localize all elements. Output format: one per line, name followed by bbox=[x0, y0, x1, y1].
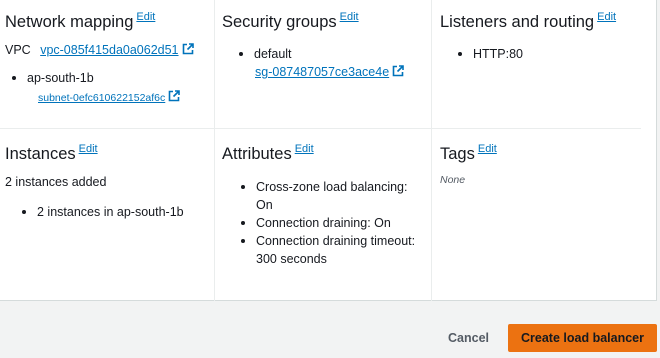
listener-protocol: HTTP:80 bbox=[473, 47, 524, 61]
security-groups-title: Security groups bbox=[222, 13, 337, 31]
subnet-row: subnet-0efc610622152af6c bbox=[38, 90, 210, 105]
instances-list: 2 instances in ap-south-1b bbox=[19, 203, 210, 221]
tags-section: Tags Edit None bbox=[440, 143, 645, 186]
instances-title: Instances bbox=[5, 145, 76, 163]
footer-actions: Cancel Create load balancer bbox=[0, 324, 660, 352]
tags-empty-label: None bbox=[440, 174, 466, 186]
instances-item-label: 2 instances in ap-south-1b bbox=[37, 205, 184, 219]
security-group-item: default bbox=[236, 45, 427, 63]
instances-section: Instances Edit 2 instances added 2 insta… bbox=[5, 143, 210, 221]
external-link-icon[interactable] bbox=[392, 65, 404, 77]
tags-title: Tags bbox=[440, 145, 475, 163]
network-mapping-title: Network mapping bbox=[5, 13, 134, 31]
listeners-section: Listeners and routing Edit HTTP:80 bbox=[440, 11, 645, 63]
attribute-cross-zone: Cross-zone load balancing: On bbox=[256, 180, 408, 212]
listeners-edit-link[interactable]: Edit bbox=[597, 11, 616, 23]
security-group-id-row: sg-087487057ce3ace4e bbox=[255, 63, 427, 81]
attribute-draining-timeout-value: 300 seconds bbox=[256, 252, 327, 266]
security-group-name: default bbox=[254, 47, 292, 61]
listener-item: HTTP:80 bbox=[455, 45, 645, 63]
availability-zone-item: ap-south-1b bbox=[9, 69, 210, 87]
review-panel: Network mapping Edit VPC vpc-085f415da0a… bbox=[0, 0, 657, 301]
availability-zone-label: ap-south-1b bbox=[27, 71, 94, 85]
attributes-section: Attributes Edit Cross-zone load balancin… bbox=[222, 143, 427, 268]
network-mapping-edit-link[interactable]: Edit bbox=[136, 11, 155, 23]
external-link-icon[interactable] bbox=[168, 90, 181, 102]
attributes-title: Attributes bbox=[222, 145, 292, 163]
security-group-id-link[interactable]: sg-087487057ce3ace4e bbox=[255, 65, 389, 79]
column-divider bbox=[214, 129, 215, 301]
attributes-edit-link[interactable]: Edit bbox=[295, 143, 314, 155]
vpc-id-link[interactable]: vpc-085f415da0a062d51 bbox=[40, 43, 178, 57]
security-groups-section: Security groups Edit default sg-08748705… bbox=[222, 11, 427, 81]
row-divider bbox=[0, 128, 641, 129]
create-load-balancer-button[interactable]: Create load balancer bbox=[508, 324, 657, 352]
attribute-item: Cross-zone load balancing: On bbox=[238, 178, 427, 214]
column-divider bbox=[214, 0, 215, 128]
availability-zone-list: ap-south-1b bbox=[9, 69, 210, 87]
network-mapping-section: Network mapping Edit VPC vpc-085f415da0a… bbox=[5, 11, 210, 105]
column-divider bbox=[431, 129, 432, 301]
instances-edit-link[interactable]: Edit bbox=[79, 143, 98, 155]
attribute-draining-timeout: Connection draining timeout: bbox=[256, 234, 416, 248]
attribute-item: Connection draining timeout: 300 seconds bbox=[238, 232, 427, 268]
cancel-button[interactable]: Cancel bbox=[442, 324, 495, 352]
listener-list: HTTP:80 bbox=[455, 45, 645, 63]
subnet-id-link[interactable]: subnet-0efc610622152af6c bbox=[38, 92, 165, 104]
vpc-row: VPC vpc-085f415da0a062d51 bbox=[5, 41, 210, 59]
attribute-item: Connection draining: On bbox=[238, 214, 427, 232]
instances-summary: 2 instances added bbox=[5, 175, 107, 189]
attributes-list: Cross-zone load balancing: On Connection… bbox=[238, 178, 427, 268]
security-group-list: default bbox=[236, 45, 427, 63]
security-groups-edit-link[interactable]: Edit bbox=[340, 11, 359, 23]
tags-edit-link[interactable]: Edit bbox=[478, 143, 497, 155]
instances-item: 2 instances in ap-south-1b bbox=[19, 203, 210, 221]
external-link-icon[interactable] bbox=[182, 43, 194, 55]
listeners-title: Listeners and routing bbox=[440, 13, 595, 31]
vpc-label: VPC bbox=[5, 43, 31, 57]
attribute-connection-draining: Connection draining: On bbox=[256, 216, 391, 230]
column-divider bbox=[431, 0, 432, 128]
